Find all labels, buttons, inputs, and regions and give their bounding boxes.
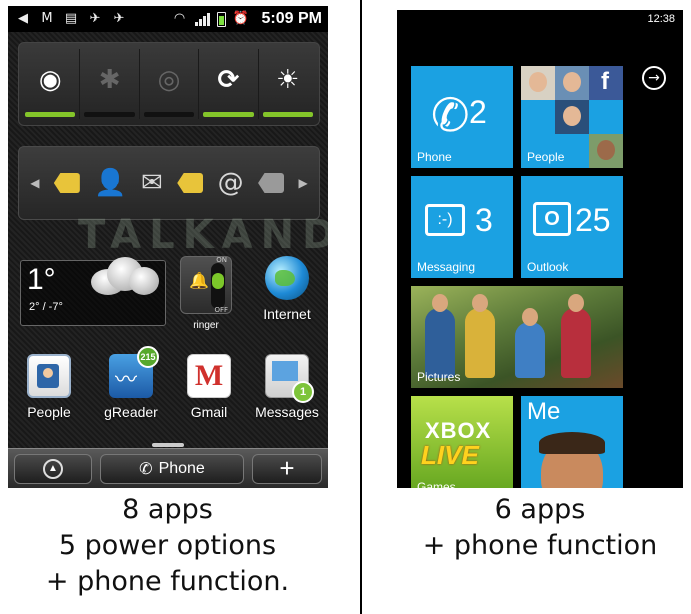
person-icon[interactable]: 👤 — [94, 168, 126, 198]
globe-icon — [265, 256, 309, 300]
wifi-icon: ◠ — [173, 11, 186, 26]
back-icon: ◀ — [18, 11, 28, 26]
phone-icon: ✆ — [139, 460, 153, 478]
contact-photo — [589, 134, 623, 168]
gmail-icon — [187, 354, 231, 398]
left-arrow-icon[interactable]: ◀ — [30, 176, 39, 190]
photo-figure — [561, 294, 591, 378]
unread-count: 25 — [575, 202, 611, 238]
app-internet[interactable]: Internet — [248, 256, 326, 322]
app-greader[interactable]: 215 gReader — [92, 346, 170, 420]
drawer-handle[interactable] — [152, 443, 184, 447]
brightness-toggle[interactable]: ☀ — [259, 49, 317, 119]
windows-phone-start-screen: 12:38 → ✆ 2 Phone f People :-) 3 Messagi… — [397, 10, 683, 488]
ringer-switch[interactable]: 🔔 ON OFF — [180, 256, 232, 314]
status-time: 12:38 — [647, 13, 675, 25]
right-arrow-icon[interactable]: ▶ — [298, 176, 307, 190]
unread-count: 3 — [475, 202, 493, 238]
brightness-icon: ☀ — [276, 65, 300, 95]
facebook-icon: f — [589, 66, 623, 100]
rss-icon: 215 — [109, 346, 159, 398]
plus-icon: + — [279, 453, 295, 483]
wifi-icon: ◉ — [38, 65, 62, 95]
sync-icon: ⟳ — [217, 65, 240, 95]
tile-outlook[interactable]: O 25 Outlook — [521, 176, 623, 278]
live-logo-text: LIVE — [421, 440, 479, 470]
smiley-message-icon: :-) — [425, 204, 465, 236]
tag-grey-icon[interactable] — [258, 173, 285, 193]
weather-temp: 1° — [27, 263, 56, 296]
ringer-widget[interactable]: 🔔 ON OFF ringer — [176, 256, 236, 338]
contact-photo — [555, 66, 589, 100]
caption-windows-phone: 6 apps + phone function — [422, 494, 658, 561]
contacts-icon — [27, 354, 71, 398]
divider — [360, 0, 362, 614]
missed-count: 2 — [469, 94, 487, 130]
bell-icon: 🔔 — [189, 271, 209, 290]
contact-photo — [521, 66, 555, 100]
add-button[interactable]: + — [252, 453, 322, 484]
alarm-icon: ⏰ — [232, 11, 249, 26]
gps-toggle[interactable]: ◎ — [140, 49, 200, 119]
tag-icon[interactable] — [53, 173, 80, 193]
tile-messaging[interactable]: :-) 3 Messaging — [411, 176, 513, 278]
outlook-icon: O — [533, 202, 571, 236]
photo-figure — [465, 294, 495, 378]
message-icon: ▤ — [64, 11, 78, 26]
power-control-widget: ◉ ✱ ◎ ⟳ ☀ — [18, 42, 320, 126]
app-messages[interactable]: 1 Messages — [248, 354, 326, 420]
at-icon[interactable]: @ — [218, 168, 244, 198]
tag-icon[interactable] — [177, 173, 204, 193]
caption-android: 8 apps 5 power options + phone function. — [45, 494, 290, 597]
bird-icon: ✈ — [89, 11, 101, 26]
status-bar: ◀ M ▤ ✈ ✈ ◠ ⏰ 5:09 PM — [8, 6, 328, 32]
photo-figure — [515, 308, 545, 378]
unread-badge: 215 — [137, 346, 159, 368]
arrow-right-icon[interactable]: → — [642, 66, 666, 90]
unread-badge: 1 — [292, 381, 314, 403]
phone-button[interactable]: ✆ Phone — [100, 453, 244, 484]
photo-figure — [425, 294, 455, 378]
ringer-label: ringer — [193, 320, 219, 331]
dock-bar: ▲ ✆ Phone + — [8, 443, 328, 488]
status-time: 5:09 PM — [261, 10, 322, 27]
bluetooth-toggle[interactable]: ✱ — [80, 49, 140, 119]
app-people[interactable]: People — [10, 354, 88, 420]
tile-xbox-live[interactable]: XBOX LIVE Games — [411, 396, 513, 488]
weather-range: 2° / -7° — [29, 301, 63, 313]
mail-icon[interactable]: ✉ — [141, 168, 163, 198]
tile-people[interactable]: f People — [521, 66, 623, 168]
gps-icon: ◎ — [157, 65, 181, 95]
chevron-up-icon: ▲ — [43, 458, 63, 479]
favorites-widget: ◀ 👤 ✉ @ ▶ — [18, 146, 320, 220]
contact-photo — [555, 100, 589, 134]
app-gmail[interactable]: Gmail — [170, 354, 248, 420]
sync-toggle[interactable]: ⟳ — [199, 49, 259, 119]
weather-widget[interactable]: 1° 2° / -7° — [20, 257, 166, 326]
gmail-icon: M — [41, 11, 53, 26]
bluetooth-icon: ✱ — [98, 65, 121, 95]
signal-icon — [194, 12, 211, 26]
messages-icon: 1 — [265, 354, 314, 403]
all-apps-button[interactable]: ▲ — [14, 453, 92, 484]
tile-pictures[interactable]: Pictures — [411, 286, 623, 388]
android-homescreen: ◀ M ▤ ✈ ✈ ◠ ⏰ 5:09 PM ◉ ✱ ◎ ⟳ ☀ ◀ 👤 ✉ @ … — [8, 6, 328, 488]
battery-icon — [216, 11, 226, 27]
bird-icon: ✈ — [113, 11, 125, 26]
cloud-icon — [85, 251, 161, 301]
tile-me[interactable]: Me — [521, 396, 623, 488]
tile-phone[interactable]: ✆ 2 Phone — [411, 66, 513, 168]
phone-icon: ✆ — [431, 89, 470, 141]
wifi-toggle[interactable]: ◉ — [21, 49, 81, 119]
